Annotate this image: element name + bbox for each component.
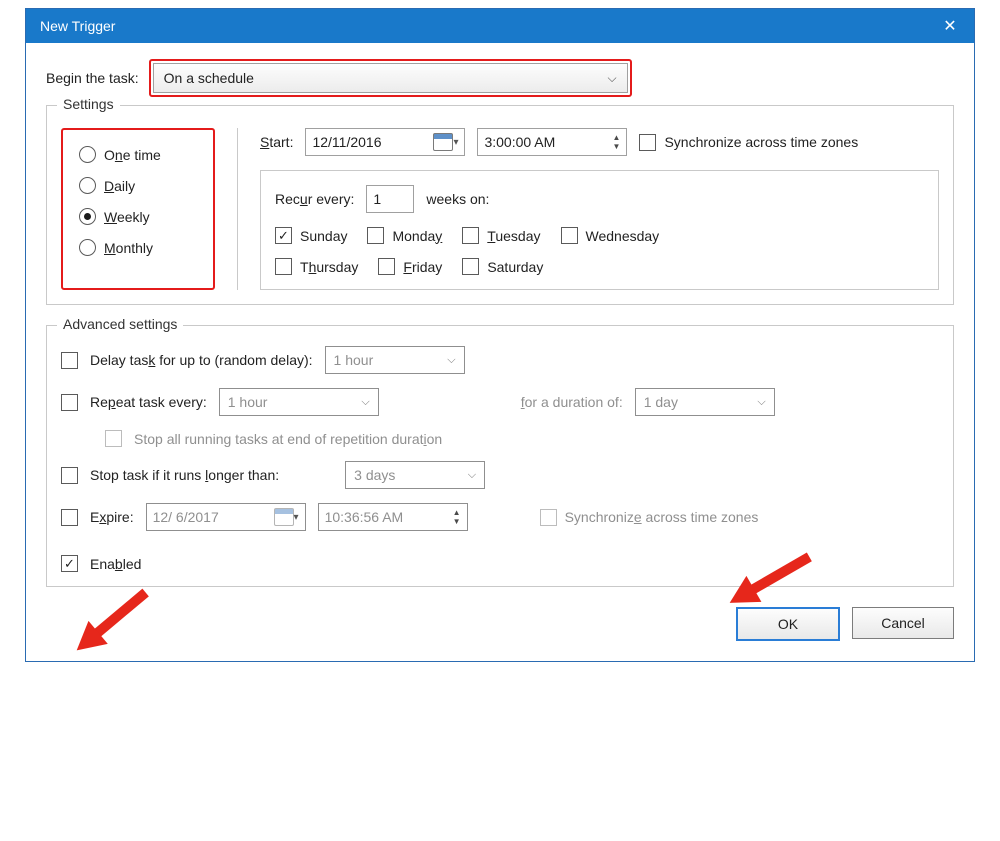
- chevron-down-icon: ⌵: [361, 396, 369, 409]
- repeat-duration-value: 1 day: [644, 394, 678, 410]
- begin-task-select[interactable]: On a schedule ⌵: [153, 63, 628, 93]
- start-time-value: 3:00:00 AM: [484, 134, 555, 150]
- day-tuesday[interactable]: Tuesday: [462, 227, 540, 244]
- enabled-label: Enabled: [90, 556, 141, 572]
- stepper-icon: ▲▼: [453, 509, 461, 525]
- vertical-divider: [237, 128, 238, 290]
- new-trigger-dialog: New Trigger ✕ Begin the task: On a sched…: [25, 8, 975, 662]
- frequency-radios: One time Daily Weekly Monthly: [71, 136, 205, 266]
- checkbox-icon: [462, 227, 479, 244]
- checkbox-icon: [367, 227, 384, 244]
- expire-checkbox[interactable]: [61, 509, 78, 526]
- advanced-group: Advanced settings Delay task for up to (…: [46, 325, 954, 587]
- dialog-buttons: OK Cancel: [46, 607, 954, 641]
- ok-button[interactable]: OK: [736, 607, 840, 641]
- expire-date-picker[interactable]: 12/ 6/2017 ▾: [146, 503, 306, 531]
- checkbox-icon: [275, 258, 292, 275]
- start-label: Start:: [260, 134, 293, 150]
- begin-task-highlight: On a schedule ⌵: [149, 59, 632, 97]
- delay-value: 1 hour: [334, 352, 374, 368]
- calendar-icon: [274, 508, 294, 526]
- checkbox-icon: [561, 227, 578, 244]
- stop-long-label: Stop task if it runs longer than:: [90, 467, 279, 483]
- recurrence-panel: Recur every: 1 weeks on: Sunday: [260, 170, 939, 290]
- begin-task-value: On a schedule: [164, 70, 254, 86]
- sync-timezone-checkbox[interactable]: Synchronize across time zones: [639, 134, 858, 151]
- titlebar: New Trigger ✕: [26, 9, 974, 43]
- ok-button-label: OK: [778, 616, 798, 632]
- checkbox-icon: [275, 227, 292, 244]
- start-date-value: 12/11/2016: [312, 134, 381, 150]
- checkbox-icon: [462, 258, 479, 275]
- recur-label-pre: Recur every:: [275, 191, 354, 207]
- day-monday[interactable]: Monday: [367, 227, 442, 244]
- enabled-checkbox[interactable]: [61, 555, 78, 572]
- stepper-icon: ▲▼: [613, 134, 621, 150]
- expire-sync-checkbox: Synchronize across time zones: [540, 509, 759, 526]
- checkbox-icon: [378, 258, 395, 275]
- client-area: Begin the task: On a schedule ⌵ Settings…: [26, 43, 974, 661]
- delay-label: Delay task for up to (random delay):: [90, 352, 313, 368]
- begin-row: Begin the task: On a schedule ⌵: [46, 59, 954, 97]
- repeat-duration-label: for a duration of:: [521, 394, 623, 410]
- day-sunday[interactable]: Sunday: [275, 227, 347, 244]
- cancel-button[interactable]: Cancel: [852, 607, 954, 639]
- radio-icon: [79, 177, 96, 194]
- radio-daily[interactable]: Daily: [79, 177, 189, 194]
- checkbox-icon: [639, 134, 656, 151]
- calendar-icon: [433, 133, 453, 151]
- start-time-input[interactable]: 3:00:00 AM ▲▼: [477, 128, 627, 156]
- expire-sync-label: Synchronize across time zones: [565, 509, 759, 525]
- chevron-down-icon: ⌵: [757, 396, 765, 409]
- repeat-value: 1 hour: [228, 394, 268, 410]
- close-button[interactable]: ✕: [926, 9, 974, 43]
- day-thursday[interactable]: Thursday: [275, 258, 358, 275]
- repeat-duration-select[interactable]: 1 day ⌵: [635, 388, 775, 416]
- frequency-highlight: One time Daily Weekly Monthly: [61, 128, 215, 290]
- delay-checkbox[interactable]: [61, 352, 78, 369]
- checkbox-icon: [540, 509, 557, 526]
- chevron-down-icon: ⌵: [468, 469, 476, 482]
- start-panel: Start: 12/11/2016 ▾ 3:00:00 AM ▲▼: [260, 128, 939, 290]
- delay-select[interactable]: 1 hour ⌵: [325, 346, 465, 374]
- day-saturday[interactable]: Saturday: [462, 258, 543, 275]
- radio-icon: [79, 208, 96, 225]
- radio-icon: [79, 146, 96, 163]
- start-date-picker[interactable]: 12/11/2016 ▾: [305, 128, 465, 156]
- begin-task-label: Begin the task:: [46, 70, 139, 86]
- expire-date-value: 12/ 6/2017: [153, 509, 219, 525]
- chevron-down-icon: ⌵: [608, 71, 617, 86]
- radio-monthly[interactable]: Monthly: [79, 239, 189, 256]
- expire-label: Expire:: [90, 509, 134, 525]
- radio-icon: [79, 239, 96, 256]
- repeat-checkbox[interactable]: [61, 394, 78, 411]
- sync-timezone-label: Synchronize across time zones: [664, 134, 858, 150]
- expire-time-input[interactable]: 10:36:56 AM ▲▼: [318, 503, 468, 531]
- settings-group-title: Settings: [57, 96, 120, 112]
- repeat-label: Repeat task every:: [90, 394, 207, 410]
- stop-repetition-label: Stop all running tasks at end of repetit…: [134, 431, 442, 447]
- stop-repetition-checkbox: [105, 430, 122, 447]
- close-icon: ✕: [943, 16, 956, 36]
- chevron-down-icon: ▾: [294, 512, 299, 523]
- cancel-button-label: Cancel: [881, 615, 925, 631]
- recur-label-post: weeks on:: [426, 191, 489, 207]
- window-title: New Trigger: [40, 18, 115, 34]
- radio-weekly[interactable]: Weekly: [79, 208, 189, 225]
- recur-every-input[interactable]: 1: [366, 185, 414, 213]
- repeat-select[interactable]: 1 hour ⌵: [219, 388, 379, 416]
- advanced-group-title: Advanced settings: [57, 316, 183, 332]
- recur-every-value: 1: [373, 191, 381, 207]
- chevron-down-icon: ▾: [453, 137, 458, 148]
- stop-long-select[interactable]: 3 days ⌵: [345, 461, 485, 489]
- radio-one-time[interactable]: One time: [79, 146, 189, 163]
- stop-long-value: 3 days: [354, 467, 395, 483]
- settings-group: Settings One time Daily: [46, 105, 954, 305]
- day-friday[interactable]: Friday: [378, 258, 442, 275]
- expire-time-value: 10:36:56 AM: [325, 509, 404, 525]
- stop-long-checkbox[interactable]: [61, 467, 78, 484]
- day-wednesday[interactable]: Wednesday: [561, 227, 660, 244]
- chevron-down-icon: ⌵: [447, 354, 455, 367]
